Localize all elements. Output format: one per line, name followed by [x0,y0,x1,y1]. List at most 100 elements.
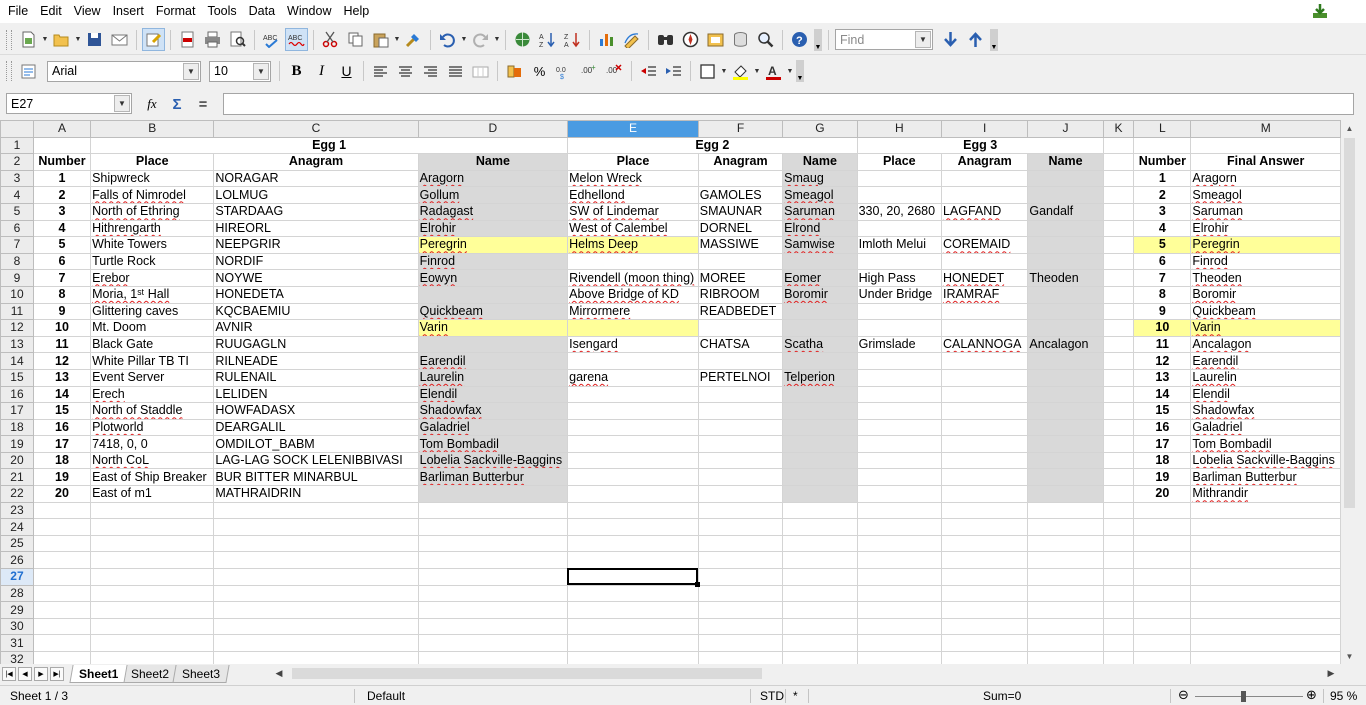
cell[interactable]: NEEPGRIR [213,236,419,254]
cell[interactable]: 13 [1133,368,1192,387]
cell[interactable] [782,402,858,420]
cell[interactable] [1102,319,1135,337]
cell[interactable] [940,252,1029,271]
cell[interactable]: 2 [1133,186,1192,204]
row-header-25[interactable]: 25 [0,534,34,553]
open-icon[interactable] [50,28,73,51]
cell[interactable]: Varin [417,319,569,337]
cell[interactable] [213,584,419,603]
cell[interactable] [782,385,858,404]
cell[interactable] [782,501,858,520]
cell[interactable] [1102,634,1135,652]
cell[interactable]: Tom Bombadil [417,435,569,453]
cell[interactable]: Barliman Butterbur [1190,468,1341,487]
cell[interactable]: 7 [1133,269,1192,287]
cell[interactable] [782,252,858,271]
cell[interactable] [567,634,699,652]
cell[interactable] [1027,418,1104,437]
cell[interactable] [940,584,1029,603]
column-header-e[interactable]: E [567,120,699,138]
column-subheader[interactable]: Anagram [940,153,1029,171]
cell[interactable]: AVNIR [213,319,419,337]
cell[interactable] [1027,651,1104,664]
cell[interactable]: Edhellond [567,186,699,204]
cell[interactable] [1133,634,1192,652]
cell[interactable] [1102,169,1135,188]
cell[interactable]: Aragorn [1190,169,1341,188]
row-header-23[interactable]: 23 [0,501,34,520]
cell[interactable] [1027,402,1104,420]
row-header-5[interactable]: 5 [0,202,34,221]
last-sheet-button[interactable]: ▶| [50,666,64,681]
cell[interactable]: North of Staddle [90,402,215,420]
cell[interactable] [856,435,942,453]
cell[interactable]: Theoden [1190,269,1341,287]
cell[interactable] [697,617,784,636]
cell[interactable]: HONEDETA [213,285,419,304]
cell[interactable] [1102,252,1135,271]
row-header-26[interactable]: 26 [0,551,34,570]
cell[interactable] [1027,252,1104,271]
cell[interactable]: West of Calembel [567,219,699,238]
document-modified-indicator[interactable]: * [793,689,798,703]
cell[interactable] [697,651,784,664]
cell[interactable] [782,418,858,437]
cell[interactable] [32,551,92,570]
cell[interactable] [856,468,942,487]
cell[interactable] [567,617,699,636]
row-header-22[interactable]: 22 [0,485,34,503]
cell[interactable] [1102,302,1135,321]
cell[interactable] [1027,568,1104,586]
cell[interactable] [940,435,1029,453]
cell[interactable] [940,485,1029,503]
column-subheader[interactable]: Name [782,153,858,171]
cell[interactable] [697,435,784,453]
cell[interactable]: Gollum [417,186,569,204]
cell[interactable]: Boromir [782,285,858,304]
gallery-icon[interactable] [704,28,727,51]
cell[interactable]: 14 [1133,385,1192,404]
cell[interactable]: 2 [32,186,92,204]
decrease-indent-icon[interactable] [637,60,660,83]
cell[interactable]: LAG-LAG SOCK LELENIBBIVASI [213,451,419,470]
row-header-16[interactable]: 16 [0,385,34,404]
cell[interactable] [1133,518,1192,536]
cell[interactable]: Smeagol [782,186,858,204]
cell[interactable] [1027,186,1104,204]
column-header-i[interactable]: I [940,120,1029,138]
cell[interactable] [213,651,419,664]
cell[interactable] [90,501,215,520]
cell[interactable] [1027,319,1104,337]
cell[interactable]: Erech [90,385,215,404]
cell[interactable] [1027,219,1104,238]
cell[interactable]: Smaug [782,169,858,188]
zoom-slider-thumb[interactable] [1241,691,1246,702]
cell[interactable] [940,651,1029,664]
sheet-tab-sheet3[interactable]: Sheet3 [172,664,231,683]
cell[interactable] [417,518,569,536]
cell[interactable] [1102,534,1135,553]
cell[interactable] [1190,617,1341,636]
cell[interactable]: Helms Deep [567,236,699,254]
cell[interactable]: 14 [32,385,92,404]
cell[interactable]: MATHRAIDRIN [213,485,419,503]
cell[interactable] [32,617,92,636]
cell[interactable]: MOREE [697,269,784,287]
cell[interactable]: 1 [1133,169,1192,188]
print-preview-icon[interactable] [226,28,249,51]
cell[interactable] [417,285,569,304]
scroll-up-arrow[interactable]: ▲ [1341,120,1358,136]
cell[interactable] [90,601,215,619]
cell[interactable]: High Pass [856,269,942,287]
cell[interactable]: Elrohir [417,219,569,238]
cell[interactable] [782,601,858,619]
insert-chart-icon[interactable] [595,28,618,51]
column-header-l[interactable]: L [1133,120,1192,138]
cell[interactable]: Glittering caves [90,302,215,321]
cell[interactable]: Laurelin [1190,368,1341,387]
cell[interactable] [90,651,215,664]
redo-dropdown[interactable]: ▼ [493,29,501,51]
cell[interactable] [697,385,784,404]
cell[interactable] [1027,534,1104,553]
cell[interactable] [1102,485,1135,503]
